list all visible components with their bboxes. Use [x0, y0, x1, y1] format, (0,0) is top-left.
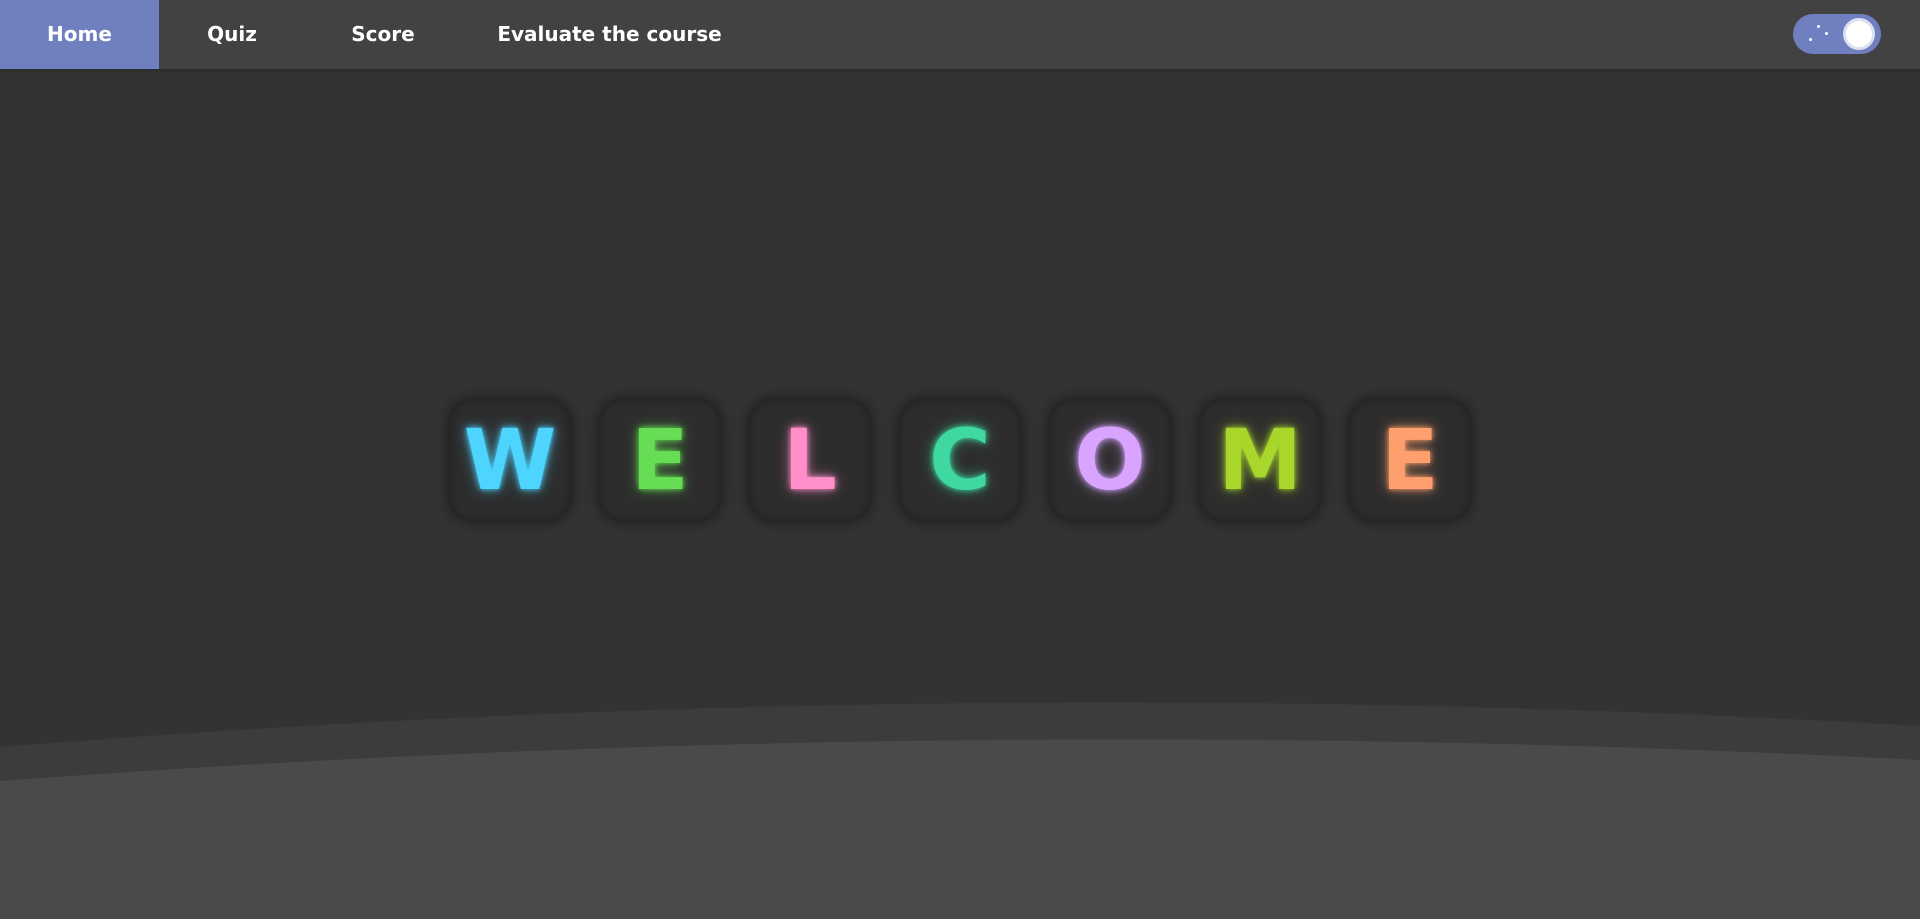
background-wave	[0, 702, 1920, 919]
nav-score[interactable]: Score	[305, 0, 461, 69]
nav-evaluate-course[interactable]: Evaluate the course	[461, 0, 758, 69]
welcome-tile: E	[1348, 398, 1472, 522]
welcome-letter: E	[1381, 411, 1439, 509]
welcome-letter: L	[783, 411, 837, 509]
welcome-letter: C	[929, 411, 991, 509]
welcome-letter: O	[1074, 411, 1146, 509]
welcome-letter: E	[631, 411, 689, 509]
theme-toggle[interactable]	[1793, 14, 1881, 54]
welcome-tile: W	[448, 398, 572, 522]
star-icon	[1809, 38, 1812, 41]
welcome-banner: W E L C O M E	[448, 398, 1472, 523]
nav-home[interactable]: Home	[0, 0, 159, 69]
wave-front	[0, 739, 1920, 919]
welcome-letter: W	[463, 411, 557, 509]
welcome-tile: L	[748, 398, 872, 522]
welcome-tile: M	[1198, 398, 1322, 522]
welcome-tile: C	[898, 398, 1022, 522]
top-navbar: Home Quiz Score Evaluate the course	[0, 0, 1920, 69]
moon-toggle-icon	[1843, 18, 1875, 50]
welcome-tile: E	[598, 398, 722, 522]
welcome-letter: M	[1218, 411, 1302, 509]
nav-quiz[interactable]: Quiz	[159, 0, 305, 69]
welcome-tile: O	[1048, 398, 1172, 522]
star-icon	[1817, 25, 1820, 28]
star-icon	[1825, 32, 1828, 35]
